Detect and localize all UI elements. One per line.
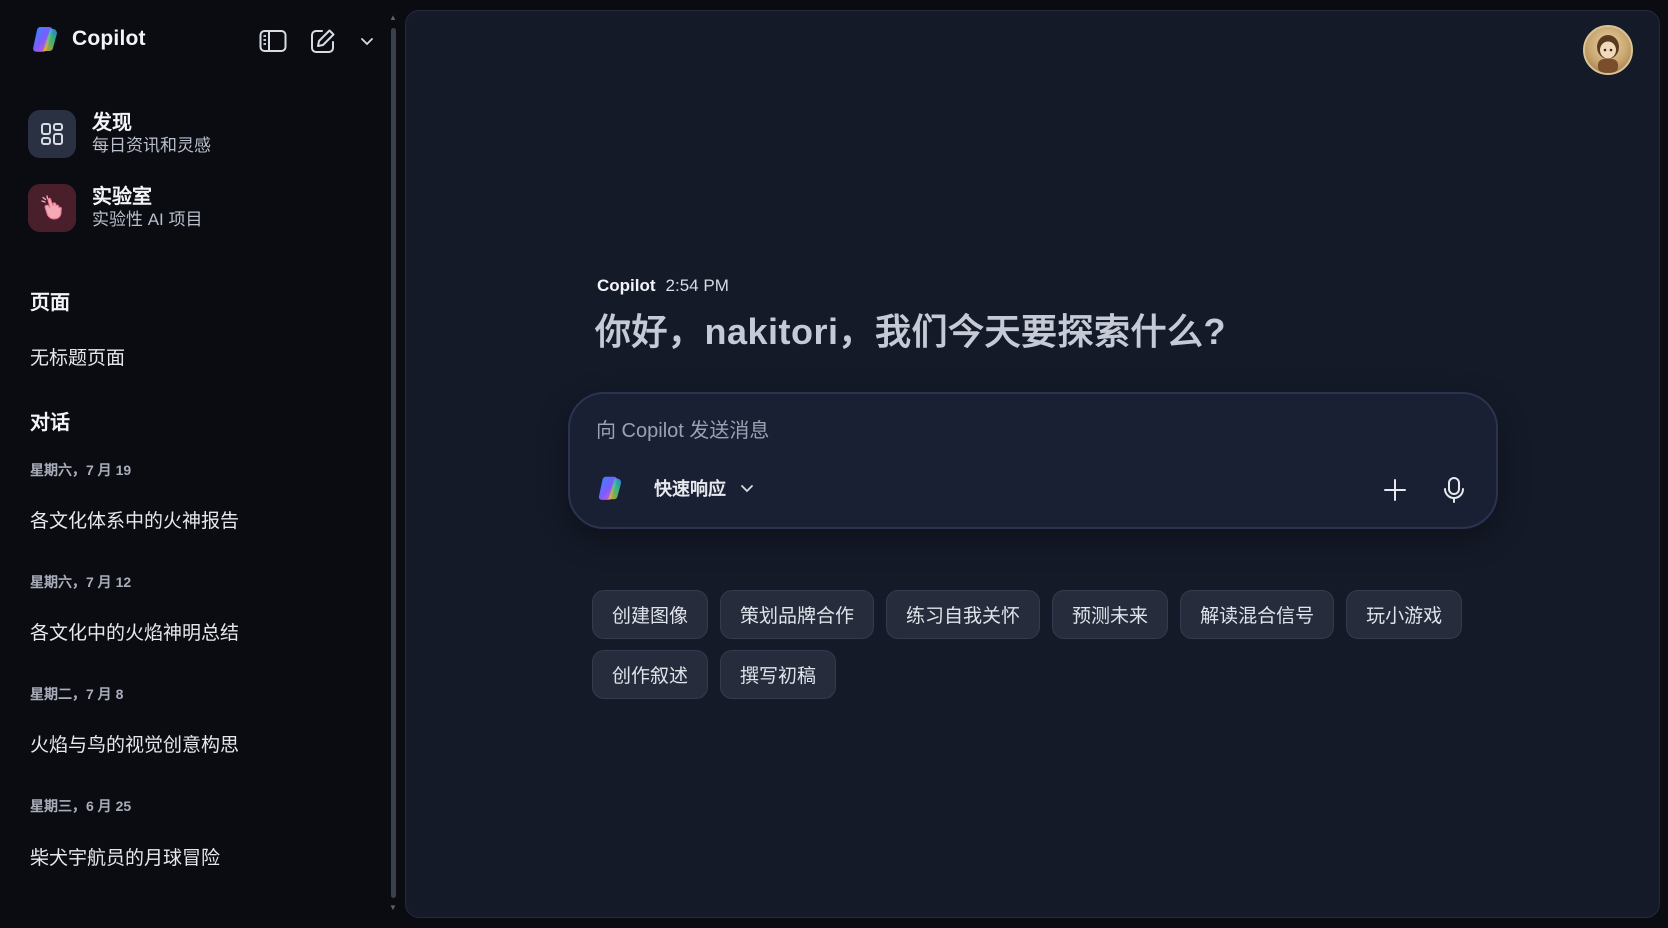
microphone-icon xyxy=(1444,477,1464,503)
message-composer: 快速响应 xyxy=(568,392,1498,529)
scroll-up-arrow[interactable]: ▲ xyxy=(389,14,397,22)
response-mode-selector[interactable]: 快速响应 xyxy=(596,474,754,502)
sidebar-scrollbar[interactable] xyxy=(391,28,396,898)
voice-input-button[interactable] xyxy=(1436,472,1472,508)
new-chat-menu-button[interactable] xyxy=(358,26,376,56)
greeting-message: 你好，nakitori，我们今天要探索什么? xyxy=(595,311,1227,352)
conversation-date: 星期六，7 月 19 xyxy=(30,462,132,478)
suggestion-chip[interactable]: 玩小游戏 xyxy=(1346,590,1463,639)
scroll-down-arrow[interactable]: ▼ xyxy=(389,904,397,912)
add-attachment-button[interactable] xyxy=(1377,472,1413,508)
avatar-image xyxy=(1597,35,1619,73)
compose-icon xyxy=(311,29,335,53)
user-avatar[interactable] xyxy=(1583,25,1633,75)
page-item[interactable]: 无标题页面 xyxy=(30,343,125,370)
suggestion-chip[interactable]: 创作叙述 xyxy=(592,650,709,699)
discover-tile xyxy=(28,110,76,158)
app-name: Copilot xyxy=(72,27,146,50)
conversation-item[interactable]: 火焰与鸟的视觉创意构思 xyxy=(30,730,239,757)
chevron-down-icon xyxy=(741,485,753,493)
copilot-logo-icon xyxy=(598,476,622,500)
suggestion-chip[interactable]: 策划品牌合作 xyxy=(720,590,875,639)
conversation-date: 星期三，6 月 25 xyxy=(30,798,132,814)
chevron-down-icon xyxy=(361,38,373,46)
plus-icon xyxy=(1384,479,1406,501)
message-time: 2:54 PM xyxy=(665,276,729,295)
discover-item[interactable]: 发现 每日资讯和灵感 xyxy=(28,110,211,158)
labs-title: 实验室 xyxy=(92,186,152,208)
conversation-item[interactable]: 柴犬宇航员的月球冒险 xyxy=(30,843,220,870)
hand-pointer-icon xyxy=(41,195,62,220)
copilot-logo-icon xyxy=(33,27,57,52)
conversation-date: 星期六，7 月 12 xyxy=(30,574,132,590)
brand[interactable]: Copilot xyxy=(30,24,146,54)
message-meta: Copilot 2:54 PM xyxy=(597,276,729,296)
message-sender: Copilot xyxy=(597,276,656,295)
suggestion-chip[interactable]: 预测未来 xyxy=(1052,590,1169,639)
suggestion-chips: 创建图像 策划品牌合作 练习自我关怀 预测未来 解读混合信号 玩小游戏 创作叙述… xyxy=(592,590,1492,699)
sidebar: Copilot 发现 每日资讯和灵感 实验室 实验性 AI 项目 页面 无标题页… xyxy=(0,0,386,928)
sidebar-panel-icon xyxy=(259,30,287,52)
conversations-heading: 对话 xyxy=(30,412,70,434)
labs-item[interactable]: 实验室 实验性 AI 项目 xyxy=(28,184,203,232)
toggle-sidebar-button[interactable] xyxy=(258,26,288,56)
suggestion-chip[interactable]: 创建图像 xyxy=(592,590,709,639)
discover-subtitle: 每日资讯和灵感 xyxy=(92,136,211,155)
labs-tile xyxy=(28,184,76,232)
suggestion-chip[interactable]: 撰写初稿 xyxy=(720,650,837,699)
conversation-item[interactable]: 各文化体系中的火神报告 xyxy=(30,506,239,533)
response-mode-label: 快速响应 xyxy=(654,479,726,499)
suggestion-chip[interactable]: 练习自我关怀 xyxy=(886,590,1041,639)
grid-icon xyxy=(41,123,63,145)
labs-subtitle: 实验性 AI 项目 xyxy=(92,210,203,229)
message-input[interactable] xyxy=(594,414,1454,448)
suggestion-chip[interactable]: 解读混合信号 xyxy=(1180,590,1335,639)
conversation-date: 星期二，7 月 8 xyxy=(30,686,124,702)
new-chat-button[interactable] xyxy=(308,26,338,56)
discover-title: 发现 xyxy=(92,112,132,134)
pages-heading: 页面 xyxy=(30,292,70,314)
conversation-item[interactable]: 各文化中的火焰神明总结 xyxy=(30,618,239,645)
